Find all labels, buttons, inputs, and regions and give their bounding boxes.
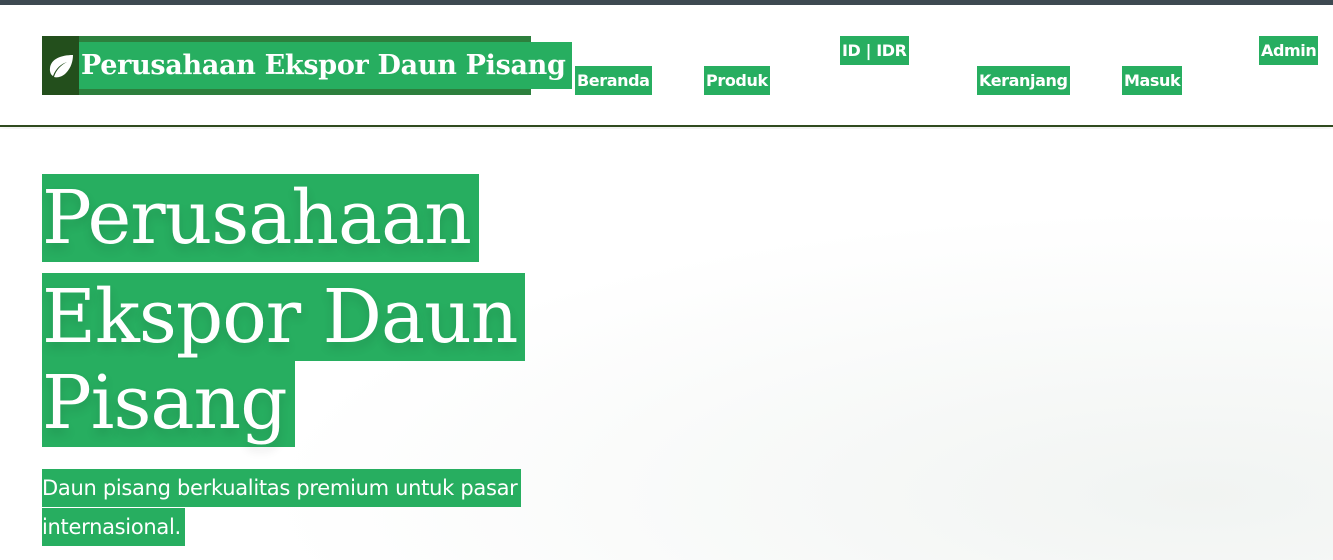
hero-title-line: Perusahaan: [42, 174, 479, 262]
nav-products-link[interactable]: Produk: [704, 66, 770, 95]
hero-title-line: Pisang: [42, 359, 295, 447]
hero-subtitle-line: internasional.: [42, 508, 185, 546]
leaf-icon: [42, 36, 79, 95]
brand-title: Perusahaan Ekspor Daun Pisang: [79, 42, 572, 89]
brand-logo-link[interactable]: Perusahaan Ekspor Daun Pisang: [42, 36, 572, 95]
nav-cart-link[interactable]: Keranjang: [977, 66, 1070, 95]
language-currency-selector[interactable]: ID | IDR: [840, 36, 909, 65]
nav-admin-link[interactable]: Admin: [1259, 36, 1319, 65]
hero-subtitle-line: Daun pisang berkualitas premium untuk pa…: [42, 469, 522, 507]
hero-title-line: Ekspor Daun: [42, 273, 526, 361]
site-header: Perusahaan Ekspor Daun Pisang Beranda Pr…: [0, 5, 1333, 127]
nav-home-link[interactable]: Beranda: [575, 66, 652, 95]
nav-login-link[interactable]: Masuk: [1122, 66, 1183, 95]
